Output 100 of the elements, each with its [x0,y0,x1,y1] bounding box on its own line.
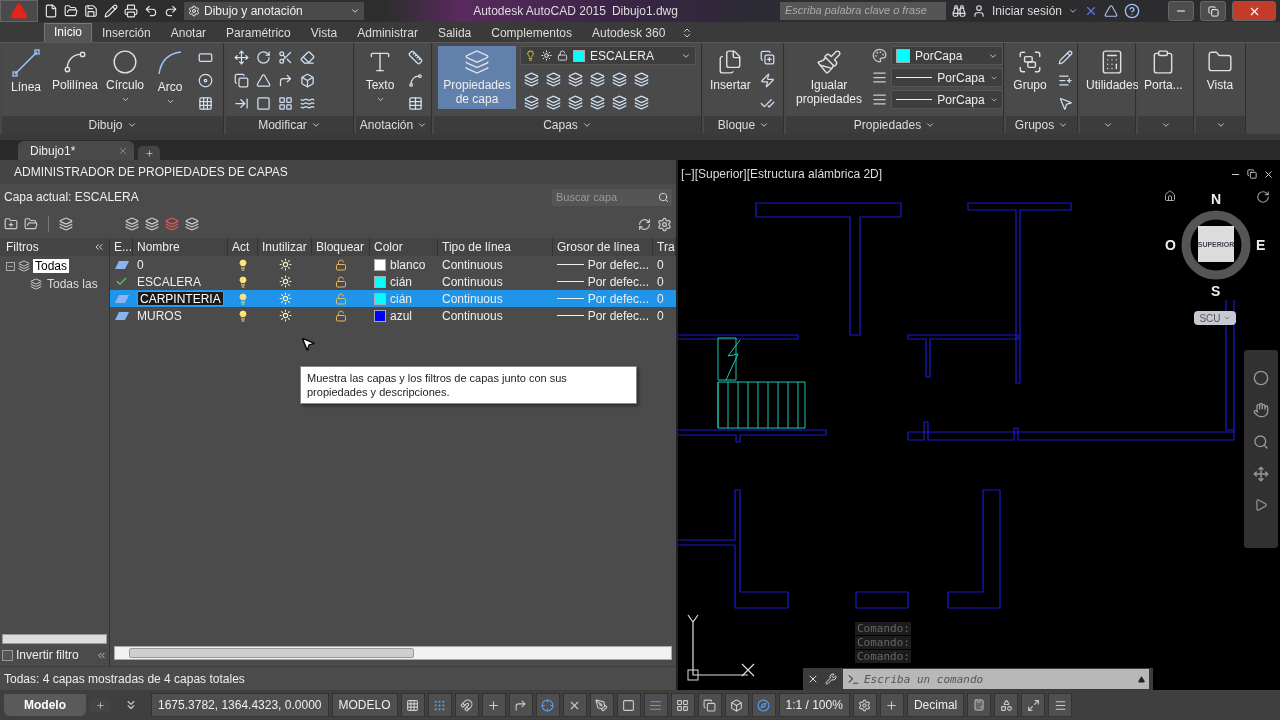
property-dropdown[interactable]: PorCapa [891,68,1003,87]
disc-icon[interactable] [197,73,213,88]
settings-icon[interactable] [657,216,672,232]
layers-icon[interactable] [145,217,159,231]
caret-icon[interactable] [925,120,936,130]
lines-icon[interactable] [872,92,887,107]
tool-button[interactable]: Vista [1200,46,1240,95]
spline-icon[interactable] [407,73,423,88]
wheel-icon[interactable] [1253,370,1269,386]
palette-icon[interactable] [872,48,887,63]
new-file-icon[interactable] [44,4,58,18]
scroll-bar[interactable] [2,634,107,644]
copy-icon[interactable] [233,73,249,88]
edit-icon[interactable] [104,4,118,18]
caret-icon[interactable] [1160,120,1171,130]
ribbon-tab[interactable]: Administrar [347,24,428,42]
color-swatch[interactable] [374,275,386,288]
layers-icon[interactable] [567,95,583,110]
wrench-icon[interactable] [825,673,837,685]
tool-button[interactable]: Insertar [708,46,753,95]
magnet-icon[interactable] [454,693,479,717]
restore-icon[interactable] [1247,169,1257,179]
eraser-icon[interactable] [299,50,315,65]
pen-icon[interactable] [589,693,614,717]
grid-icon[interactable] [277,96,293,111]
collapse-icon[interactable] [6,261,15,271]
cross-icon[interactable] [562,693,587,717]
hand-icon[interactable] [1253,402,1269,418]
gear-icon[interactable] [852,693,877,717]
layers-icon[interactable] [125,217,139,231]
move-icon[interactable] [233,50,249,65]
shapes-icon[interactable] [994,693,1019,717]
unlocked-icon[interactable] [335,258,347,271]
folder-icon[interactable] [24,217,38,231]
close-icon[interactable] [1263,169,1274,180]
tool-button[interactable]: Círculo [104,46,147,107]
wave-icon[interactable] [299,96,315,111]
ribbon-tab[interactable]: Inserción [92,24,161,42]
layers-icon[interactable] [185,217,199,231]
column-header[interactable]: Tipo de línea [438,238,553,256]
orbit-icon[interactable] [1253,466,1269,482]
print-icon[interactable] [124,4,138,18]
layers-icon[interactable] [545,72,561,87]
tool-button[interactable]: Propiedades de capa [438,46,516,109]
folder-plus-icon[interactable] [4,217,18,231]
property-dropdown[interactable]: PorCapa [891,90,1003,109]
ribbon-tab[interactable]: Paramétrico [216,24,301,42]
undo-icon[interactable] [144,4,158,18]
column-header[interactable]: Nombre [133,238,228,256]
table-icon[interactable] [407,96,423,111]
crosshair-icon[interactable] [535,693,560,717]
column-header[interactable]: Act [228,238,258,256]
ucs-menu-button[interactable]: SCU [1194,311,1236,325]
column-header[interactable]: Inutilizar [258,238,312,256]
layers-icon[interactable] [611,72,627,87]
pointer-icon[interactable] [1057,96,1073,111]
unlocked-icon[interactable] [335,275,347,288]
arrow-icon[interactable] [233,96,249,111]
tool-button[interactable]: Porta... [1142,46,1185,95]
tree-item[interactable]: Todas [33,259,70,273]
triangle-icon[interactable] [1104,4,1118,18]
dots-icon[interactable] [427,693,452,717]
ribbon-tab[interactable]: Salida [427,24,482,42]
scroll-bar[interactable] [114,646,672,660]
cross-icon[interactable] [1084,4,1098,18]
layers-icon[interactable] [523,72,539,87]
layers-icon[interactable] [611,95,627,110]
caret-icon[interactable] [126,120,137,130]
ribbon-tab[interactable]: Inicio [44,23,92,42]
ruler-icon[interactable] [407,50,423,65]
tool-button[interactable]: Utilidades [1084,46,1141,95]
layer-dropdown[interactable]: ESCALERA [520,46,696,65]
save-icon[interactable] [84,4,98,18]
layout-tab[interactable]: Modelo [4,694,86,716]
cube-icon[interactable] [724,693,749,717]
sun-icon[interactable] [278,309,292,322]
model-space-button[interactable]: MODELO [331,693,398,717]
chevrons-icon[interactable] [124,698,138,712]
box-icon[interactable] [299,73,315,88]
tool-button[interactable]: Texto [360,46,400,107]
compass-icon[interactable] [751,693,776,717]
layers-icon[interactable] [545,95,561,110]
layers-icon[interactable] [633,95,649,110]
caret-icon[interactable] [417,120,428,130]
column-header[interactable]: E... [110,238,133,256]
new-layout-button[interactable] [89,698,111,712]
caret-icon[interactable] [1058,120,1069,130]
lightbulb-icon[interactable] [237,258,249,271]
pencil-icon[interactable] [1057,50,1073,65]
maximize-button[interactable] [1200,1,1226,21]
binoculars-icon[interactable] [951,4,966,18]
redo-icon[interactable] [164,4,178,18]
caret-icon[interactable] [581,120,592,130]
open-folder-icon[interactable] [64,4,78,18]
collapse-icon[interactable] [93,241,105,253]
plus-icon[interactable] [879,693,904,717]
column-header[interactable]: Grosor de línea [553,238,653,256]
plus-icon[interactable] [481,693,506,717]
tool-button[interactable]: Línea [6,46,46,97]
units-dropdown[interactable]: Decimal [906,693,965,717]
